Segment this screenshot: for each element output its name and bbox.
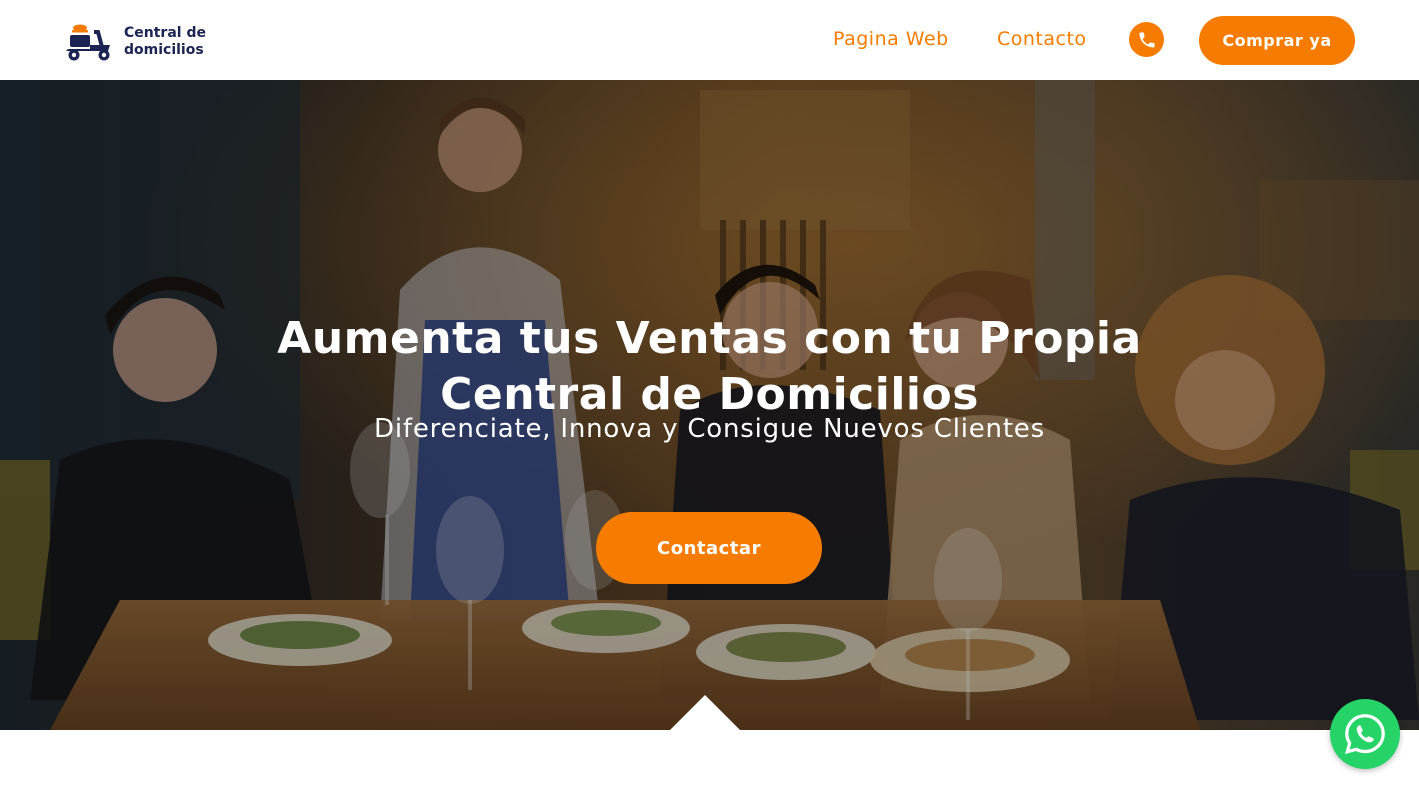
hero-bottom-notch [670,695,740,730]
delivery-scooter-icon [66,24,110,61]
brand-name: Central de domicilios [124,25,206,59]
nav-link-contacto[interactable]: Contacto [997,28,1087,50]
phone-icon [1139,32,1154,47]
whatsapp-button[interactable] [1330,699,1400,769]
hero-subtitle: Diferenciate, Innova y Consigue Nuevos C… [374,414,1045,444]
contact-cta-button[interactable]: Contactar [596,512,822,584]
brand-name-line2: domicilios [124,42,204,58]
brand-logo[interactable]: Central de domicilios [64,18,224,66]
whatsapp-icon [1344,714,1385,755]
brand-name-line1: Central de [124,25,206,41]
phone-button[interactable] [1129,22,1164,57]
site-header: Central de domicilios Pagina Web Contact… [0,0,1419,80]
hero-section: Aumenta tus Ventas con tu Propia Central… [0,80,1419,730]
buy-now-button[interactable]: Comprar ya [1199,16,1355,65]
hero-title: Aumenta tus Ventas con tu Propia Central… [277,313,1142,421]
nav-link-pagina-web[interactable]: Pagina Web [833,28,949,50]
